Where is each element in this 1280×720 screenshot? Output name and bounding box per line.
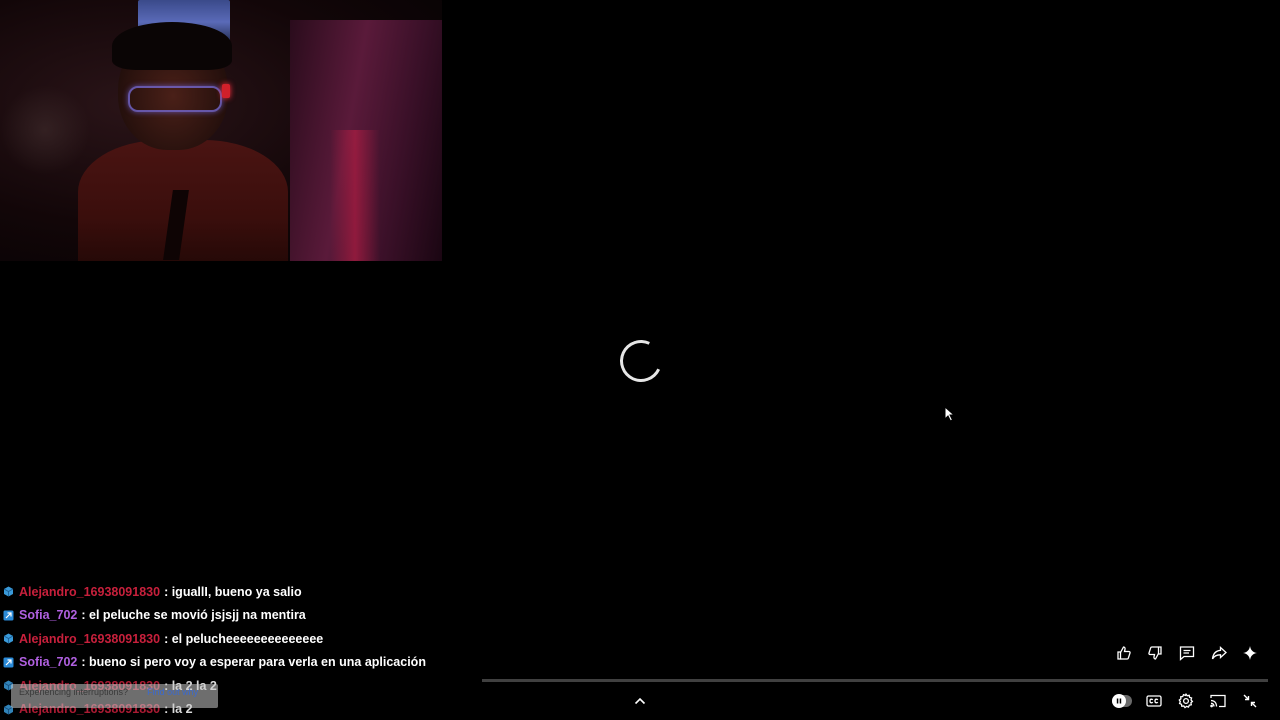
chat-text: : bueno si pero voy a esperar para verla… [81,655,426,670]
captions-button[interactable] [1138,689,1170,713]
cube-icon [3,633,14,644]
cast-button[interactable] [1202,689,1234,713]
like-icon [1116,645,1132,661]
arrow-box-icon [3,610,14,621]
notice-text: Experiencing interruptions? [19,687,129,697]
video-player[interactable]: Alejandro_16938091830 : iguallI, bueno y… [0,0,1280,720]
chat-username[interactable]: Sofia_702 [19,655,77,669]
share-icon [1211,645,1227,661]
captions-icon [1146,695,1162,707]
dislike-icon [1147,645,1163,661]
arrow-box-icon [3,657,14,668]
chat-text: : iguallI, bueno ya salio [164,584,302,599]
webcam-wall-light [330,130,380,261]
cast-icon [1210,694,1226,708]
chat-message: Alejandro_16938091830 : el pelucheeeeeee… [0,627,520,651]
dislike-button[interactable] [1140,641,1172,665]
find-out-why-link[interactable]: Find out why [147,687,198,697]
exit-fullscreen-button[interactable] [1234,689,1266,713]
chat-username[interactable]: Alejandro_16938091830 [19,585,160,599]
comment-icon [1179,645,1195,661]
mouse-cursor-icon [944,406,956,422]
webcam-person-hair [112,22,232,70]
chat-message: Alejandro_16938091830 : iguallI, bueno y… [0,580,520,604]
action-buttons [1108,641,1266,665]
chat-username[interactable]: Alejandro_16938091830 [19,632,160,646]
gear-icon [1178,693,1194,709]
webcam-shelf [0,85,90,175]
cube-icon [3,586,14,597]
player-controls [1106,689,1266,713]
autoplay-track [1112,694,1132,708]
chat-message: Sofia_702 : bueno si pero voy a esperar … [0,651,520,675]
share-button[interactable] [1203,641,1235,665]
expand-up-button[interactable] [630,692,650,710]
sparkle-icon [1242,645,1258,661]
chat-message: Sofia_702 : el peluche se movió jsjsjj n… [0,604,520,628]
comments-button[interactable] [1171,641,1203,665]
interruption-notice: Experiencing interruptions? Find out why [11,684,218,708]
webcam-overlay [0,0,442,261]
loading-spinner-icon [614,334,668,388]
settings-button[interactable] [1170,689,1202,713]
pause-icon [1112,694,1126,708]
webcam-person-glasses [128,86,222,112]
webcam-red-light [222,84,230,98]
exit-fullscreen-icon [1243,694,1257,708]
chat-username[interactable]: Sofia_702 [19,608,77,622]
ask-button[interactable] [1234,641,1266,665]
progress-bar[interactable] [482,679,1268,682]
chat-text: : el pelucheeeeeeeeeeeeee [164,631,324,646]
chevron-up-icon [634,697,646,705]
chat-text: : el peluche se movió jsjsjj na mentira [81,608,306,623]
like-button[interactable] [1108,641,1140,665]
autoplay-toggle[interactable] [1106,689,1138,713]
